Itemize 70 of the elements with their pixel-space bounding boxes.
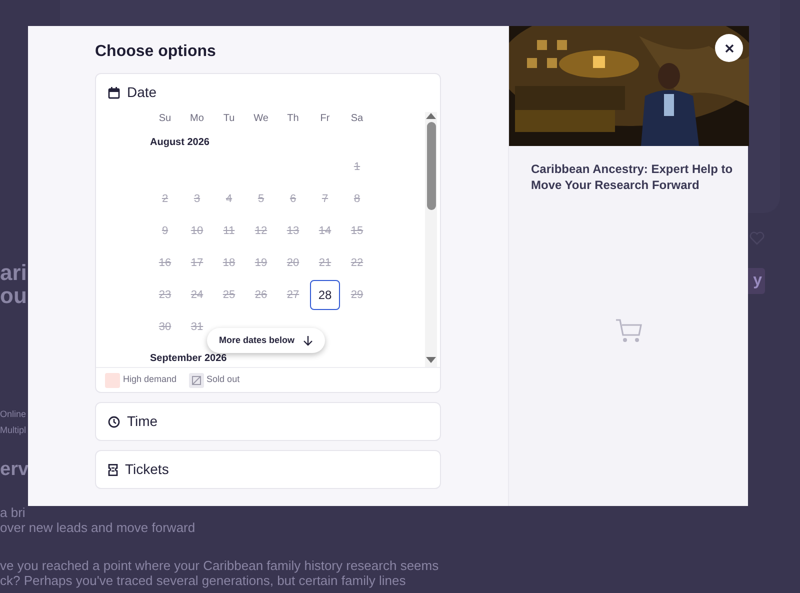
paragraph-line: ck? Perhaps you've traced several generations, but certain family lines [0,572,406,588]
calendar-day: 11 [214,216,244,246]
calendar-day: 19 [246,248,276,278]
calendar-day[interactable]: 28 [310,280,340,310]
clock-icon [108,416,120,428]
calendar-day: 5 [246,184,276,214]
calendar-day: 22 [342,248,372,278]
month-label: August 2026 [149,136,210,150]
meta-text: Online [0,408,26,421]
more-dates-button[interactable]: More dates below [207,328,325,353]
section-label: Tickets [125,462,169,477]
tickets-card[interactable]: Tickets [95,450,441,489]
calendar-day: 17 [182,248,212,278]
legend-label: Sold out [206,373,240,386]
calendar-day: 25 [214,280,244,310]
calendar-day: 20 [278,248,308,278]
calendar-day: 3 [182,184,212,214]
arrow-down-icon [302,336,313,346]
page-heading-line: ari [0,261,27,284]
calendar-day: 2 [150,184,180,214]
paragraph-line: ve you reached a point where your Caribbean family history research seems [0,558,439,572]
calendar-day: 8 [342,184,372,214]
meta-text: Multipl [0,424,26,437]
calendar-day: 7 [310,184,340,214]
weekday-label: Su [158,112,172,126]
calendar-icon [108,86,120,98]
weekday-label: We [252,112,270,126]
weekday-label: Tu [222,112,236,126]
legend-label: High demand [123,373,177,386]
calendar-day: 27 [278,280,308,310]
high-demand-swatch [105,372,120,388]
cart-icon [614,318,642,343]
calendar-day: 9 [150,216,180,246]
weekday-label: Fr [319,112,331,126]
scroll-up-icon[interactable] [425,112,437,120]
calendar-day: 10 [182,216,212,246]
calendar-day: 1 [342,152,372,182]
weekday-label: Th [286,112,300,126]
scrollbar-thumb[interactable] [426,122,436,210]
crossed-square-icon [192,376,201,384]
scrollbar-track[interactable] [425,112,437,367]
calendar-day: 6 [278,184,308,214]
calendar-day: 4 [214,184,244,214]
calendar-day: 29 [342,280,372,310]
page-heading-line: ou [0,284,27,307]
month-label: September 2026 [149,352,228,366]
close-icon [724,44,734,52]
time-card[interactable]: Time [95,402,441,441]
ticket-icon [108,464,118,476]
calendar-day: 24 [182,280,212,310]
weekday-label: Mo [189,112,205,126]
section-label: Time [127,414,158,429]
weekday-label: Sa [350,112,364,126]
intro-text: over new leads and move forward [0,520,196,534]
intro-text: a bri [0,504,26,520]
modal-title: Choose options [95,42,217,62]
section-heading: erv [0,458,29,482]
scroll-down-icon[interactable] [425,356,437,364]
calendar-day: 26 [246,280,276,310]
calendar-day: 14 [310,216,340,246]
calendar-day: 16 [150,248,180,278]
calendar-day: 13 [278,216,308,246]
calendar-day: 15 [342,216,372,246]
product-title: Caribbean Ancestry: Expert Help to Move Your Research Forward [530,161,734,193]
calendar-day: 30 [150,312,180,342]
section-label: Date [127,85,157,100]
calendar-day: 12 [246,216,276,246]
calendar-day: 18 [214,248,244,278]
calendar-day: 23 [150,280,180,310]
calendar-day: 21 [310,248,340,278]
